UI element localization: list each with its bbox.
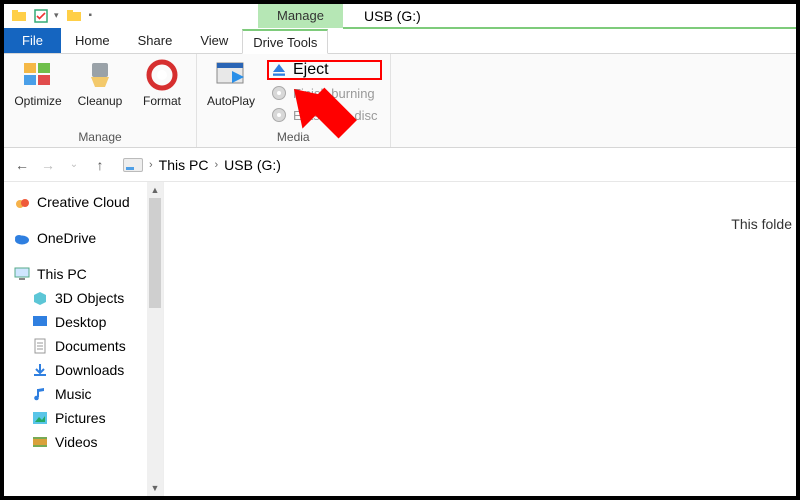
erase-disc-label: Erase this disc (293, 108, 378, 123)
finish-burning-button: Finish burning (267, 84, 382, 102)
window-title: USB (G:) (364, 8, 421, 24)
format-button[interactable]: Format (136, 58, 188, 108)
nav-this-pc[interactable]: This PC (14, 262, 159, 286)
ribbon: Optimize Cleanup Format Manage (4, 54, 796, 148)
onedrive-icon (14, 230, 30, 246)
navpane-scrollbar[interactable]: ▲ ▼ (147, 182, 163, 496)
nav-back-button[interactable]: ← (12, 157, 32, 173)
breadcrumb-drive[interactable]: USB (G:) (224, 157, 281, 173)
disc-burn-icon (271, 85, 287, 101)
nav-up-button[interactable]: ↑ (90, 157, 110, 173)
optimize-button[interactable]: Optimize (12, 58, 64, 108)
chevron-right-icon: › (214, 159, 218, 171)
empty-folder-hint: This folde (731, 216, 792, 232)
autoplay-icon (214, 58, 248, 92)
music-icon (32, 386, 48, 402)
chevron-right-icon: › (149, 159, 153, 171)
scroll-down-icon[interactable]: ▼ (147, 480, 163, 496)
nav-downloads[interactable]: Downloads (14, 358, 159, 382)
qa-folder-icon[interactable] (67, 9, 81, 23)
navigation-bar: ← → ⌄ ↑ › This PC › USB (G:) (4, 148, 796, 182)
qa-dropdown-icon[interactable]: ▾ (54, 10, 59, 21)
drive-icon (123, 158, 143, 172)
eject-label: Eject (293, 61, 329, 79)
videos-icon (32, 434, 48, 450)
ribbon-group-manage-label: Manage (12, 128, 188, 147)
nav-desktop[interactable]: Desktop (14, 310, 159, 334)
nav-label: OneDrive (37, 226, 96, 250)
cleanup-icon (83, 58, 117, 92)
title-bar: ▾ ▪ Manage USB (G:) (4, 4, 796, 28)
format-label: Format (143, 94, 181, 108)
explorer-icon (12, 9, 26, 23)
ribbon-group-manage: Optimize Cleanup Format Manage (4, 54, 197, 147)
ribbon-group-media-label: Media (205, 128, 382, 147)
contextual-tab-header: Manage (258, 4, 343, 28)
nav-label: Creative Cloud (37, 190, 130, 214)
nav-label: Documents (55, 334, 126, 358)
pictures-icon (32, 410, 48, 426)
objects3d-icon (32, 290, 48, 306)
nav-pictures[interactable]: Pictures (14, 406, 159, 430)
autoplay-button[interactable]: AutoPlay (205, 58, 257, 108)
nav-recent-dropdown[interactable]: ⌄ (64, 159, 84, 170)
nav-onedrive[interactable]: OneDrive (14, 226, 159, 250)
cleanup-label: Cleanup (78, 94, 123, 108)
nav-3d-objects[interactable]: 3D Objects (14, 286, 159, 310)
nav-label: Pictures (55, 406, 106, 430)
eject-icon (271, 62, 287, 78)
qa-properties-icon[interactable] (34, 9, 48, 23)
ribbon-tabs: File Home Share View Drive Tools (4, 28, 796, 54)
breadcrumb-this-pc[interactable]: This PC (159, 157, 209, 173)
nav-music[interactable]: Music (14, 382, 159, 406)
nav-creative-cloud[interactable]: Creative Cloud (14, 190, 159, 214)
eject-button[interactable]: Eject (267, 60, 382, 80)
ribbon-group-media: AutoPlay Eject Finish burning (197, 54, 391, 147)
cleanup-button[interactable]: Cleanup (74, 58, 126, 108)
file-explorer-window: ▾ ▪ Manage USB (G:) File Home Share View… (0, 0, 800, 500)
desktop-icon (32, 314, 48, 330)
quick-access-toolbar: ▾ ▪ (4, 9, 92, 23)
nav-forward-button[interactable]: → (38, 157, 58, 173)
format-icon (145, 58, 179, 92)
nav-label: Downloads (55, 358, 124, 382)
tab-file[interactable]: File (4, 28, 61, 53)
scroll-up-icon[interactable]: ▲ (147, 182, 163, 198)
file-list-area[interactable]: This folde (164, 182, 796, 496)
creative-cloud-icon (14, 194, 30, 210)
scroll-thumb[interactable] (149, 198, 161, 308)
navigation-pane: Creative Cloud OneDrive This PC 3D Objec… (4, 182, 164, 496)
nav-label: Music (55, 382, 92, 406)
downloads-icon (32, 362, 48, 378)
explorer-body: Creative Cloud OneDrive This PC 3D Objec… (4, 182, 796, 496)
nav-label: Videos (55, 430, 98, 454)
erase-disc-button: Erase this disc (267, 106, 382, 124)
optimize-icon (21, 58, 55, 92)
this-pc-icon (14, 266, 30, 282)
address-bar[interactable]: › This PC › USB (G:) (116, 153, 788, 177)
nav-documents[interactable]: Documents (14, 334, 159, 358)
nav-label: 3D Objects (55, 286, 124, 310)
tab-home[interactable]: Home (61, 28, 124, 53)
optimize-label: Optimize (14, 94, 61, 108)
finish-burning-label: Finish burning (293, 86, 375, 101)
nav-videos[interactable]: Videos (14, 430, 159, 454)
qa-overflow-icon[interactable]: ▪ (89, 10, 93, 21)
tab-view[interactable]: View (186, 28, 242, 53)
tab-drive-tools[interactable]: Drive Tools (242, 29, 328, 54)
nav-label: This PC (37, 262, 87, 286)
tab-share[interactable]: Share (124, 28, 187, 53)
nav-label: Desktop (55, 310, 106, 334)
documents-icon (32, 338, 48, 354)
disc-erase-icon (271, 107, 287, 123)
autoplay-label: AutoPlay (207, 94, 255, 108)
